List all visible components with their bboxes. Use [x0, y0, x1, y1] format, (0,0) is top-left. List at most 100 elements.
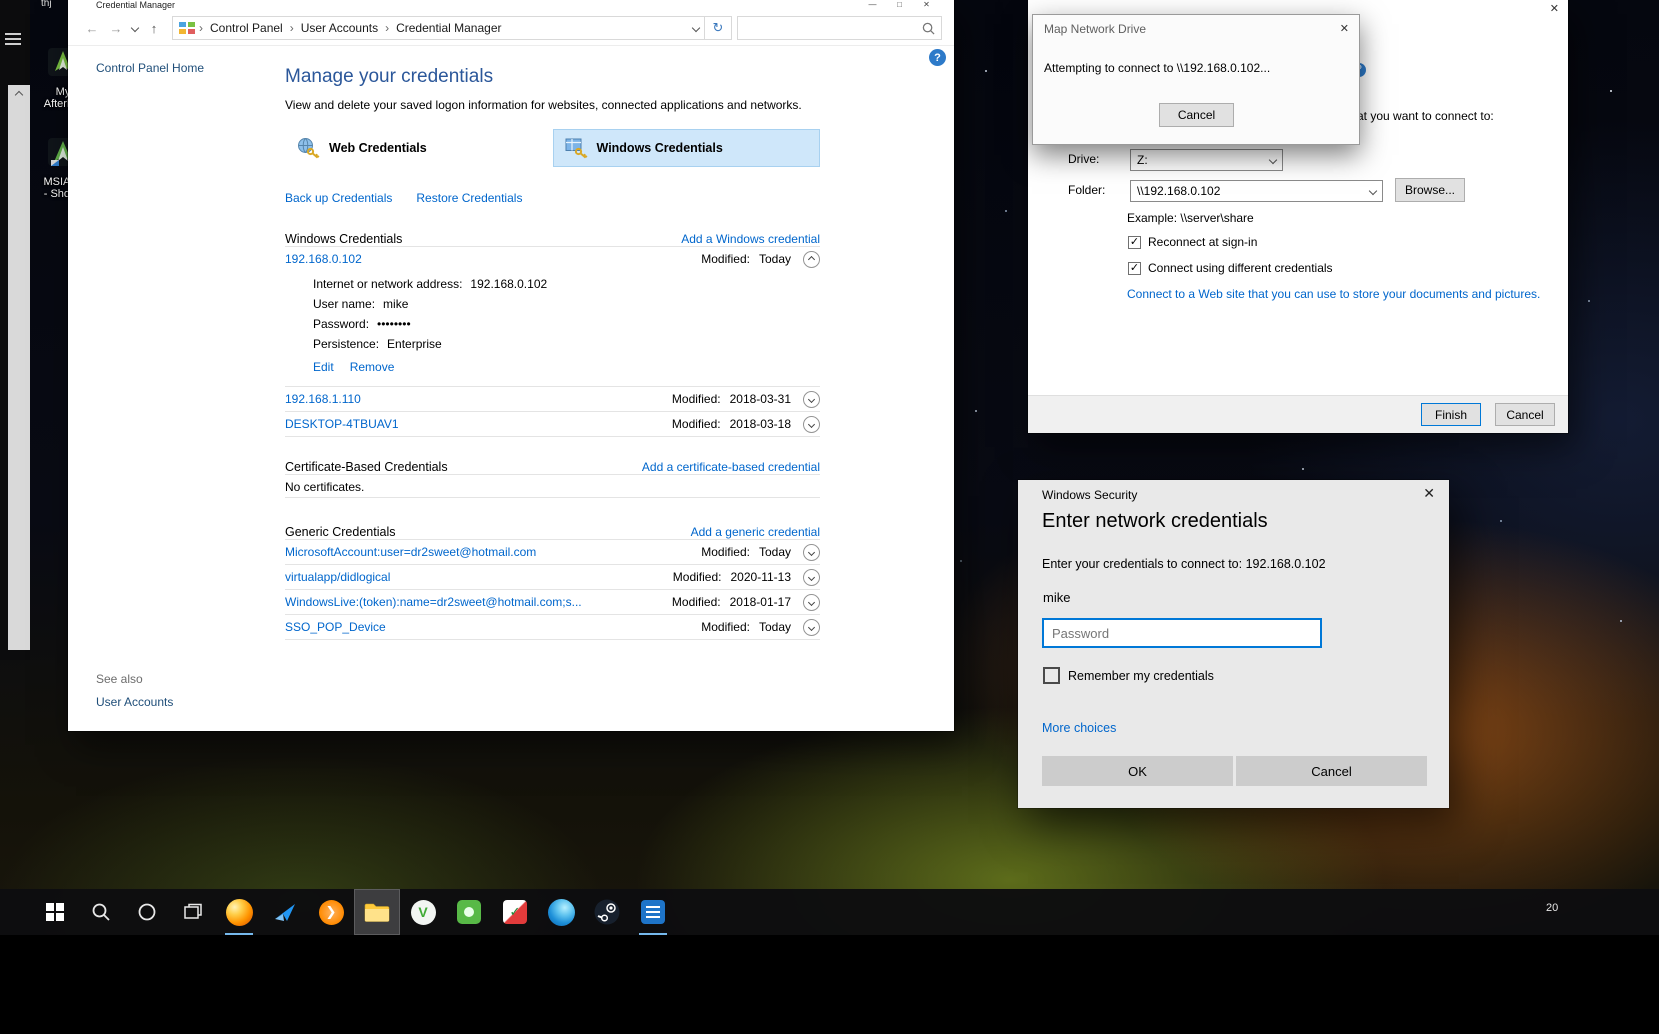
sidebar-item-control-panel-home[interactable]: Control Panel Home [96, 61, 204, 75]
reconnect-checkbox[interactable]: ✓ [1128, 235, 1141, 249]
expand-credential-button[interactable] [803, 415, 820, 433]
detail-value: mike [383, 297, 409, 311]
backup-credentials-link[interactable]: Back up Credentials [285, 191, 392, 205]
username-value[interactable]: mike [1043, 590, 1070, 605]
search-input[interactable] [744, 20, 922, 36]
web-credentials-icon [298, 138, 320, 159]
windows-logo-icon [46, 903, 64, 921]
expand-credential-button[interactable] [803, 568, 820, 586]
add-generic-credential-link[interactable]: Add a generic credential [691, 525, 820, 539]
credential-name-link[interactable]: MicrosoftAccount:user=dr2sweet@hotmail.c… [285, 545, 701, 559]
folder-label: Folder: [1068, 183, 1106, 197]
address-dropdown-icon[interactable] [691, 23, 701, 33]
credential-list: Windows Credentials Add a Windows creden… [285, 227, 820, 640]
instruction-text-fragment: at you want to connect to: [1357, 109, 1494, 123]
search-box[interactable] [737, 16, 942, 40]
detail-value: 192.168.0.102 [470, 277, 548, 291]
taskbar-file-explorer-button[interactable] [354, 889, 400, 935]
credential-row[interactable]: virtualapp/didlogical Modified: 2020-11-1… [285, 564, 820, 589]
taskbar-app-greensquare-button[interactable] [446, 889, 492, 935]
task-view-button[interactable] [170, 889, 216, 935]
credential-manager-window: Credential Manager — □ ✕ ← → ↑ › Control… [68, 0, 954, 731]
collapse-credential-button[interactable] [803, 250, 820, 268]
breadcrumb-control-panel[interactable]: Control Panel [203, 21, 290, 35]
hamburger-menu-icon[interactable] [5, 30, 21, 48]
credential-row[interactable]: DESKTOP-4TBUAV1 Modified: 2018-03-18 [285, 411, 820, 436]
folder-combobox[interactable]: \\192.168.0.102 [1130, 180, 1383, 202]
drive-select[interactable]: Z: [1130, 149, 1283, 171]
finish-button[interactable]: Finish [1421, 403, 1481, 426]
taskbar-app-greenv-button[interactable]: V [400, 889, 446, 935]
start-button[interactable] [32, 889, 78, 935]
remove-credential-link[interactable]: Remove [350, 357, 395, 377]
cancel-button[interactable]: Cancel [1495, 403, 1555, 426]
edit-credential-link[interactable]: Edit [313, 357, 334, 377]
checkmark-app-icon: ✓ [503, 900, 527, 924]
breadcrumb-credential-manager[interactable]: Credential Manager [389, 21, 508, 35]
credential-name-link[interactable]: virtualapp/didlogical [285, 570, 673, 584]
blue-document-app-icon [641, 900, 665, 924]
section-title-certificate-credentials: Certificate-Based Credentials [285, 460, 448, 474]
tab-web-credentials[interactable]: Web Credentials [285, 129, 553, 167]
credential-row[interactable]: WindowsLive:(token):name=dr2sweet@hotmai… [285, 589, 820, 614]
credential-row[interactable]: 192.168.1.110 Modified: 2018-03-31 [285, 386, 820, 411]
expand-credential-button[interactable] [803, 543, 820, 561]
cancel-button[interactable]: Cancel [1236, 756, 1427, 786]
credential-name-link[interactable]: WindowsLive:(token):name=dr2sweet@hotmai… [285, 595, 672, 609]
close-button[interactable]: ✕ [1340, 22, 1349, 35]
taskbar-steam-button[interactable] [584, 889, 630, 935]
add-windows-credential-link[interactable]: Add a Windows credential [681, 232, 820, 246]
taskbar-edge-button[interactable] [538, 889, 584, 935]
taskbar-firefox-button[interactable] [216, 889, 262, 935]
add-certificate-credential-link[interactable]: Add a certificate-based credential [642, 460, 820, 474]
remember-credentials-checkbox[interactable] [1043, 667, 1060, 684]
close-button[interactable]: ✕ [1423, 485, 1435, 502]
password-input[interactable] [1042, 618, 1322, 648]
expand-credential-button[interactable] [803, 618, 820, 636]
chevron-up-icon[interactable] [14, 90, 24, 100]
back-button[interactable]: ← [80, 21, 104, 36]
cancel-button[interactable]: Cancel [1159, 103, 1234, 127]
credential-row[interactable]: SSO_POP_Device Modified: Today [285, 614, 820, 639]
cortana-button[interactable] [124, 889, 170, 935]
help-icon[interactable]: ? [929, 49, 946, 66]
minimize-button[interactable]: — [859, 0, 886, 11]
windows-security-dialog: Windows Security ✕ Enter network credent… [1018, 480, 1449, 808]
tab-windows-credentials[interactable]: Windows Credentials [552, 129, 820, 167]
restore-credentials-link[interactable]: Restore Credentials [416, 191, 522, 205]
credential-name-link[interactable]: 192.168.1.110 [285, 392, 672, 406]
refresh-button[interactable]: ↻ [705, 16, 732, 40]
breadcrumb-user-accounts[interactable]: User Accounts [294, 21, 385, 35]
ok-button[interactable]: OK [1042, 756, 1233, 786]
close-button[interactable]: ✕ [913, 0, 940, 11]
credential-name-link[interactable]: DESKTOP-4TBUAV1 [285, 417, 672, 431]
chevron-down-icon [1368, 186, 1378, 196]
credential-row[interactable]: MicrosoftAccount:user=dr2sweet@hotmail.c… [285, 539, 820, 564]
up-button[interactable]: ↑ [142, 21, 166, 36]
forward-button[interactable]: → [104, 21, 128, 36]
browse-button[interactable]: Browse... [1395, 178, 1465, 202]
address-bar[interactable]: › Control Panel › User Accounts › Creden… [172, 16, 705, 40]
background-app-scroll-panel[interactable] [8, 85, 30, 650]
taskbar-app-blue-button[interactable] [262, 889, 308, 935]
taskbar-app-document-button[interactable] [630, 889, 676, 935]
connect-website-link[interactable]: Connect to a Web site that you can use t… [1127, 287, 1540, 301]
credential-row[interactable]: 192.168.0.102 Modified: Today [285, 246, 820, 271]
expand-credential-button[interactable] [803, 593, 820, 611]
title-bar[interactable]: Credential Manager — □ ✕ [68, 0, 954, 11]
credential-name-link[interactable]: 192.168.0.102 [285, 252, 701, 266]
maximize-button[interactable]: □ [886, 0, 913, 11]
modified-label: Modified: [701, 252, 750, 266]
expand-credential-button[interactable] [803, 390, 820, 408]
taskbar-app-check-button[interactable]: ✓ [492, 889, 538, 935]
credential-name-link[interactable]: SSO_POP_Device [285, 620, 701, 634]
more-choices-link[interactable]: More choices [1042, 721, 1116, 735]
detail-label: Password: [313, 317, 370, 331]
taskbar-clock[interactable]: 20 [1546, 902, 1558, 914]
different-credentials-checkbox[interactable]: ✓ [1128, 261, 1141, 275]
taskbar-search-button[interactable] [78, 889, 124, 935]
close-button[interactable]: ✕ [1550, 2, 1559, 15]
user-accounts-link[interactable]: User Accounts [96, 695, 173, 709]
history-dropdown-icon[interactable] [128, 23, 142, 33]
taskbar-app-orange-button[interactable]: ❯ [308, 889, 354, 935]
